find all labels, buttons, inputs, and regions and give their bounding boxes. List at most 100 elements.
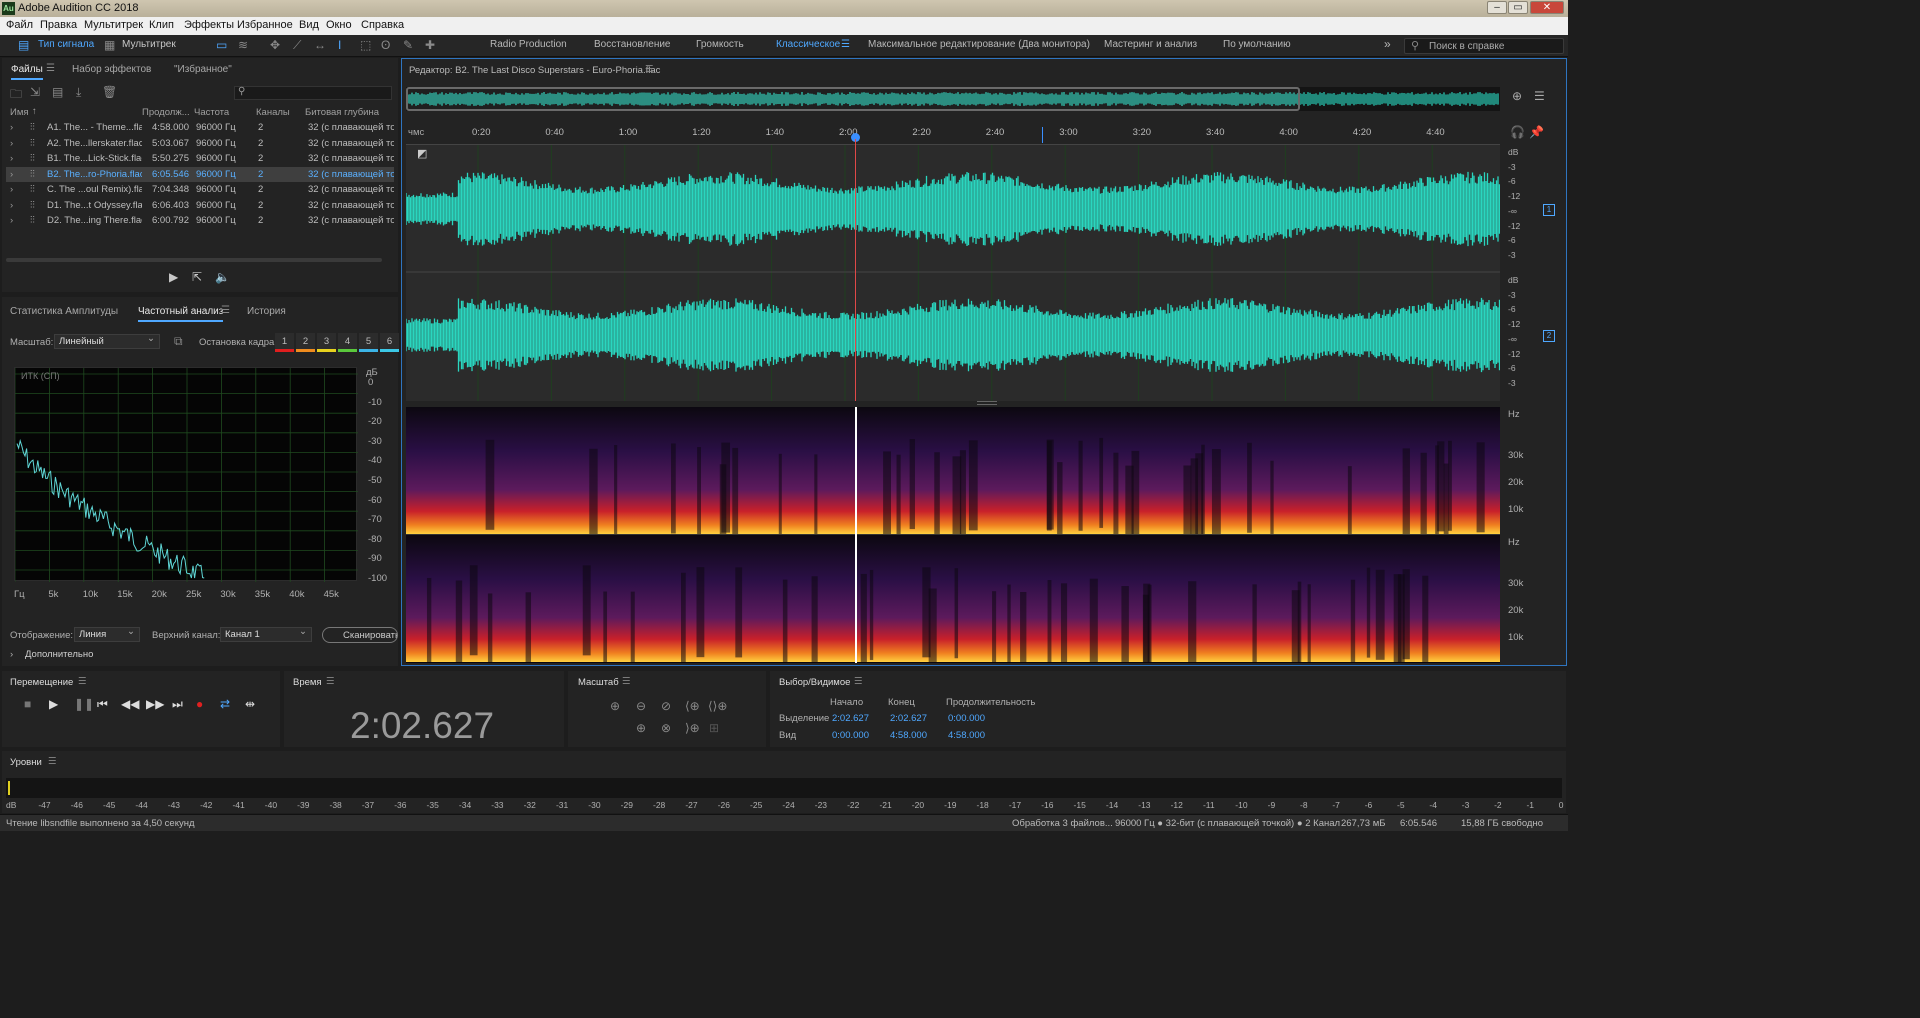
skip-selection-icon[interactable]: ⇹ xyxy=(245,697,255,711)
zoom-selected-track-icon[interactable]: ⊞ xyxy=(709,721,719,735)
multitrack-mode-button[interactable]: Мультитрек xyxy=(122,39,176,50)
razor-tool-icon[interactable]: ⟋ xyxy=(293,38,301,53)
spectral-view-icon[interactable]: ≋ xyxy=(238,38,248,52)
move-tool-icon[interactable]: ✥ xyxy=(270,38,280,52)
pin-icon[interactable]: 📌 xyxy=(1529,125,1544,139)
view-duration[interactable]: 4:58.000 xyxy=(948,730,985,741)
tab-amplitude-stats[interactable]: Статистика Амплитуды xyxy=(10,306,118,317)
brush-tool-icon[interactable]: ✎ xyxy=(403,38,413,52)
files-panel-menu-icon[interactable]: ☰ xyxy=(46,63,55,74)
view-end[interactable]: 4:58.000 xyxy=(890,730,927,741)
workspace-overflow-button[interactable]: » xyxy=(1384,37,1391,51)
close-button[interactable]: ✕ xyxy=(1530,1,1564,14)
files-scrollbar[interactable] xyxy=(6,258,382,262)
freeze-slot-1[interactable]: 1 xyxy=(275,333,294,352)
menu-multitrack[interactable]: Мультитрек xyxy=(84,19,143,31)
file-row[interactable]: › ⫶⫶ D2. The...ing There.flac 6:00.792 96000… xyxy=(6,213,394,228)
menu-effects[interactable]: Эффекты xyxy=(184,19,234,31)
scale-dropdown[interactable]: Линейный xyxy=(54,333,160,349)
help-search[interactable]: ⚲ Поиск в справке xyxy=(1404,38,1564,54)
workspace-classic[interactable]: Классическое xyxy=(776,39,840,50)
spectral-display[interactable] xyxy=(406,407,1500,663)
import-file-icon[interactable]: ⇲ xyxy=(30,85,40,99)
files-search-input[interactable]: ⚲ xyxy=(234,86,392,100)
freeze-slot-2[interactable]: 2 xyxy=(296,333,315,352)
analysis-menu-icon[interactable]: ☰ xyxy=(221,305,230,316)
tab-history[interactable]: История xyxy=(247,306,286,317)
zoom-selection-icon[interactable]: ⟩⊕ xyxy=(685,721,700,735)
menu-window[interactable]: Окно xyxy=(326,19,352,31)
panel-options-icon[interactable]: ☰ xyxy=(1534,89,1545,103)
file-row[interactable]: › ⫶⫶ A1. The... - Theme...flac 4:58.000 9600… xyxy=(6,120,394,135)
slip-tool-icon[interactable]: ↔ xyxy=(314,38,326,52)
new-file-icon[interactable]: ▤ xyxy=(52,85,63,99)
fast-forward-icon[interactable]: ▶▶ xyxy=(146,697,164,711)
tab-effects-rack[interactable]: Набор эффектов xyxy=(72,64,151,75)
selection-duration[interactable]: 0:00.000 xyxy=(948,713,985,724)
maximize-button[interactable]: ▭ xyxy=(1508,1,1528,14)
selection-menu-icon[interactable]: ☰ xyxy=(854,676,863,687)
record-icon[interactable]: ● xyxy=(196,697,203,711)
help-search-input[interactable]: Поиск в справке xyxy=(1429,41,1504,52)
play-preview-icon[interactable]: ▶ xyxy=(169,270,178,284)
file-row[interactable]: › ⫶⫶ C. The ...oul Remix).flac 7:04.348 9600… xyxy=(6,182,394,197)
freeze-slot-4[interactable]: 4 xyxy=(338,333,357,352)
rewind-icon[interactable]: ◀◀ xyxy=(121,697,139,711)
zoom-in-time-icon[interactable]: ⊕ xyxy=(636,721,646,735)
menu-clip[interactable]: Клип xyxy=(149,19,174,31)
file-row[interactable]: › ⫶⫶ D1. The...t Odyssey.flac 6:06.403 96000… xyxy=(6,198,394,213)
waveform-display[interactable]: ◩ xyxy=(406,145,1500,401)
channel-1-badge[interactable]: 1 xyxy=(1543,204,1555,216)
view-start[interactable]: 0:00.000 xyxy=(832,730,869,741)
overview-waveform[interactable] xyxy=(406,87,1500,111)
file-row[interactable]: › ⫶⫶ B2. The...ro-Phoria.flac 6:05.546 96000… xyxy=(6,166,394,182)
loop-preview-icon[interactable]: ⇱ xyxy=(192,270,202,284)
menu-help[interactable]: Справка xyxy=(361,19,404,31)
display-dropdown[interactable]: Линия xyxy=(74,626,140,642)
workspace-loudness[interactable]: Громкость xyxy=(696,39,744,50)
delete-icon[interactable]: 🗑 xyxy=(102,85,117,99)
waveform-mode-button[interactable]: Тип сигнала xyxy=(38,39,94,50)
expand-chevron-icon[interactable]: › xyxy=(10,122,13,133)
skip-to-end-icon[interactable]: ⏭ xyxy=(172,697,183,712)
headphones-icon[interactable]: 🎧 xyxy=(1510,125,1525,139)
spot-healing-tool-icon[interactable]: ✚ xyxy=(425,38,435,52)
freeze-slot-5[interactable]: 5 xyxy=(359,333,378,352)
play-icon[interactable]: ▶ xyxy=(49,697,58,711)
expand-chevron-icon[interactable]: › xyxy=(10,200,13,211)
marquee-tool-icon[interactable]: ⬚ xyxy=(360,38,371,52)
transport-menu-icon[interactable]: ☰ xyxy=(78,676,87,687)
time-selection-tool-icon[interactable]: I xyxy=(338,38,341,52)
workspace-restoration[interactable]: Восстановление xyxy=(594,39,671,50)
time-menu-icon[interactable]: ☰ xyxy=(326,676,335,687)
scan-button[interactable]: Сканировать xyxy=(322,627,398,643)
tab-frequency-analysis[interactable]: Частотный анализ xyxy=(138,306,224,322)
workspace-max-editing[interactable]: Максимальное редактирование (Два монитор… xyxy=(868,39,1090,50)
zoom-out-full-icon[interactable]: ⊘ xyxy=(661,699,671,713)
insert-multitrack-icon[interactable]: ⤓ xyxy=(76,85,81,100)
col-bit-depth[interactable]: Битовая глубина xyxy=(305,107,379,118)
menu-favorites[interactable]: Избранное xyxy=(237,19,293,31)
hud-toggle-icon[interactable]: ◩ xyxy=(417,147,427,160)
skip-to-start-icon[interactable]: ⏮ xyxy=(97,697,108,712)
zoom-in-point-icon[interactable]: ⟨⊕ xyxy=(685,699,700,713)
workspace-mastering[interactable]: Мастеринг и анализ xyxy=(1104,39,1197,50)
zoom-in-amplitude-icon[interactable]: ⊕ xyxy=(610,699,620,713)
zoom-out-point-icon[interactable]: ⟨⟩⊕ xyxy=(708,699,727,713)
zoom-out-time-icon[interactable]: ⊗ xyxy=(661,721,671,735)
open-file-icon[interactable]: 🗀 xyxy=(10,85,22,106)
minimize-button[interactable]: – xyxy=(1487,1,1507,14)
workspace-radio-production[interactable]: Radio Production xyxy=(490,39,567,50)
menu-view[interactable]: Вид xyxy=(299,19,319,31)
menu-edit[interactable]: Правка xyxy=(40,19,77,31)
advanced-toggle[interactable]: Дополнительно xyxy=(25,649,93,660)
auto-play-icon[interactable]: 🔈 xyxy=(215,270,230,284)
expand-chevron-icon[interactable]: › xyxy=(10,184,13,195)
col-duration[interactable]: Продолж... xyxy=(142,107,190,118)
col-name[interactable]: Имя xyxy=(10,107,29,118)
time-ruler[interactable]: чмс 0:20 0:40 1:00 1:20 1:40 2:00 2:20 2:40 3:00… xyxy=(406,123,1500,145)
zoom-tool-icon[interactable]: ⊕ xyxy=(1512,89,1522,103)
splitter-handle[interactable] xyxy=(977,401,997,405)
tab-favorites[interactable]: "Избранное" xyxy=(174,64,232,75)
selection-start[interactable]: 2:02.627 xyxy=(832,713,869,724)
